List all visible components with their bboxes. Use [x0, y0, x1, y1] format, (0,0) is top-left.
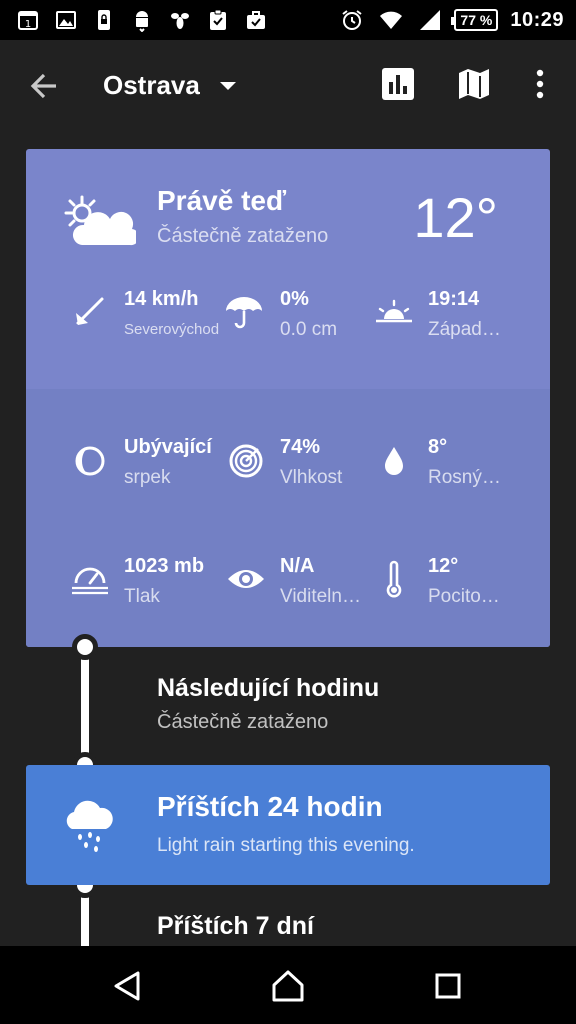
nav-home-icon[interactable]: [270, 968, 306, 1004]
dew-value: 8°: [428, 436, 448, 458]
eye-icon: [228, 570, 264, 588]
android-icon: [136, 11, 148, 32]
precipitation-stat: 0% 0.0 cm: [280, 288, 337, 341]
wind-direction-icon: [76, 297, 104, 325]
now-title: Právě teď: [157, 185, 287, 216]
feels-like-stat: 12° Pocito…: [428, 555, 500, 608]
next-7-days-title[interactable]: Příštích 7 dní: [157, 912, 314, 941]
phone-lock-icon: [98, 10, 110, 30]
clipboard-check-icon: [210, 9, 226, 30]
rain-cloud-icon: [66, 800, 113, 852]
pressure-value: 1023 mb: [124, 555, 205, 577]
nav-recents-icon[interactable]: [430, 968, 466, 1004]
next-hour-condition: Částečně zataženo: [157, 711, 329, 733]
pressure-gauge-icon: [72, 567, 108, 595]
now-temperature: 12°: [413, 186, 498, 249]
pressure-label: Tlak: [124, 586, 160, 607]
wind-stat: 14 km/h Severovýchod: [124, 288, 219, 338]
sunset-stat: 19:14 Západ…: [428, 288, 501, 341]
notification-icons: 1: [16, 8, 268, 32]
bee-icon: [171, 13, 189, 29]
dew-drop-icon: [385, 447, 403, 475]
visibility-stat: N/A Viditeln…: [280, 555, 361, 608]
wifi-icon: [380, 11, 403, 29]
umbrella-icon: [226, 297, 262, 329]
visibility-value: N/A: [280, 555, 315, 577]
details-section: [26, 389, 550, 647]
nav-back-icon[interactable]: [110, 968, 146, 1004]
next-hour-title[interactable]: Následující hodinu: [157, 674, 379, 703]
app-toolbar: Ostrava: [0, 40, 576, 132]
feels-like-value: 12°: [428, 555, 459, 577]
visibility-label: Viditeln…: [280, 586, 361, 607]
image-icon: [56, 11, 76, 29]
signal-icon: [420, 10, 441, 30]
clock: 10:29: [510, 8, 564, 31]
partly-cloudy-icon: [64, 195, 136, 246]
status-bar: 1 77 % 10:29: [0, 0, 576, 40]
dropdown-caret-icon[interactable]: [218, 78, 238, 94]
now-condition: Částečně zataženo: [157, 225, 329, 247]
calendar-icon: 1: [18, 11, 38, 30]
sunset-time: 19:14: [428, 288, 480, 310]
dew-stat: 8° Rosný…: [428, 436, 501, 489]
svg-text:1: 1: [25, 19, 31, 30]
moon-phase-detail: srpek: [124, 467, 171, 488]
next-24-summary: Light rain starting this evening.: [157, 835, 415, 856]
location-title[interactable]: Ostrava: [103, 70, 200, 101]
more-vert-icon[interactable]: [526, 64, 554, 104]
battery-level: 77 %: [460, 12, 493, 28]
alarm-icon: [342, 10, 363, 30]
wind-speed: 14 km/h: [124, 288, 199, 310]
moon-stat: Ubývající srpek: [124, 436, 212, 489]
precip-amount: 0.0 cm: [280, 319, 338, 340]
humidity-value: 74%: [280, 436, 321, 458]
dew-label: Rosný…: [428, 467, 501, 488]
thermometer-icon: [386, 560, 402, 598]
back-arrow-icon[interactable]: [22, 66, 66, 106]
humidity-icon: [229, 444, 263, 478]
feels-like-label: Pocito…: [428, 586, 500, 607]
status-right: 77 % 10:29: [340, 6, 564, 34]
briefcase-check-icon: [247, 11, 265, 29]
next-24-title: Příštích 24 hodin: [157, 791, 383, 822]
battery-indicator: 77 %: [451, 9, 499, 31]
humidity-label: Vlhkost: [280, 467, 343, 488]
chart-icon[interactable]: [378, 64, 418, 104]
current-conditions-card[interactable]: Právě teď Částečně zataženo 12° 14 km/h …: [26, 149, 550, 647]
timeline-dot: [72, 634, 98, 660]
humidity-stat: 74% Vlhkost: [280, 436, 342, 489]
precip-chance: 0%: [280, 288, 309, 310]
sunset-label: Západ…: [428, 319, 501, 340]
system-nav-bar: [0, 946, 576, 1024]
moon-phase: Ubývající: [124, 436, 212, 458]
moon-phase-icon: [75, 446, 105, 476]
map-icon[interactable]: [454, 64, 494, 104]
sunset-icon: [376, 299, 412, 323]
next-24-hours-card[interactable]: Příštích 24 hodin Light rain starting th…: [26, 765, 550, 885]
pressure-stat: 1023 mb Tlak: [124, 555, 204, 608]
wind-direction: Severovýchod: [124, 321, 220, 338]
